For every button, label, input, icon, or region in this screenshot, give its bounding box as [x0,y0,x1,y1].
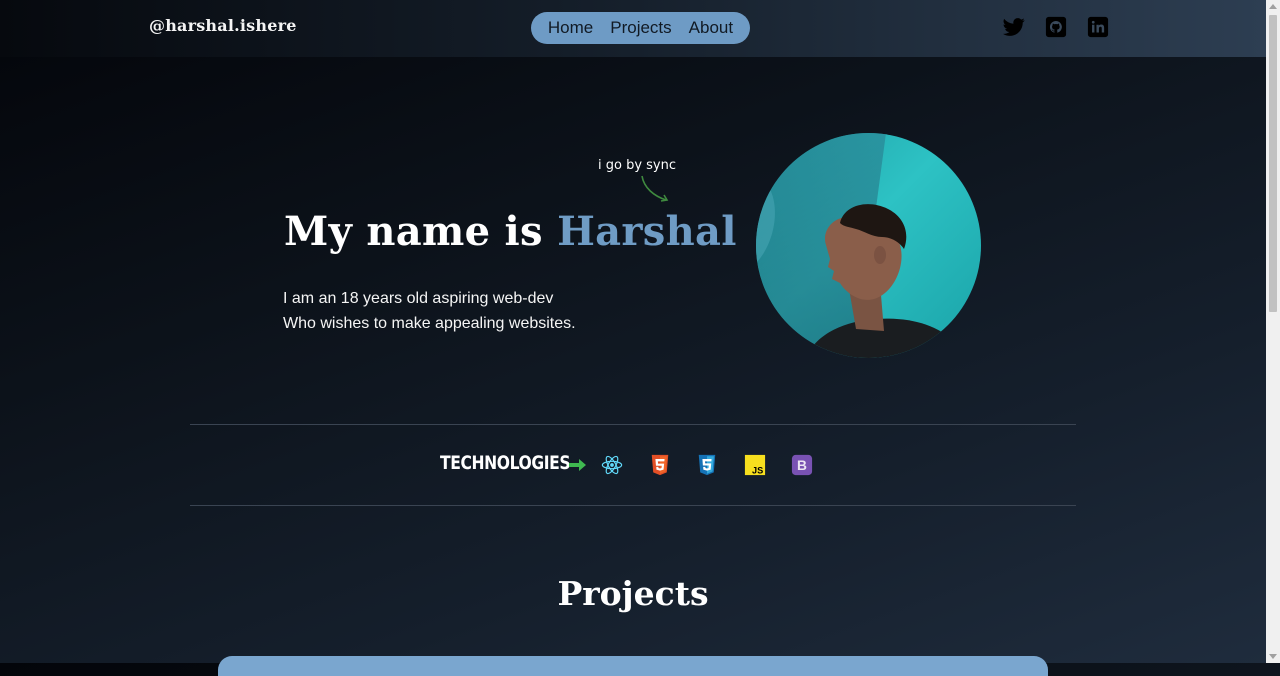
scrollbar-thumb[interactable] [1269,15,1277,312]
nav-about-link[interactable]: About [689,18,733,38]
hero-title-prefix: My name is [284,208,558,255]
project-card[interactable] [218,656,1048,676]
javascript-icon: JS [744,454,766,476]
hero-title-name: Harshal [557,208,737,255]
html5-icon [649,454,671,476]
scroll-down-arrow-icon[interactable] [1269,654,1277,659]
curved-arrow-icon [641,175,669,202]
section-divider-top [190,424,1076,425]
brand-handle[interactable]: @harshal.ishere [149,16,297,35]
twitter-icon[interactable] [1003,16,1025,38]
linkedin-icon[interactable] [1087,16,1109,38]
css3-icon [696,454,718,476]
nav-home-link[interactable]: Home [548,18,593,38]
bootstrap-badge-text: B [797,458,807,473]
javascript-badge-text: JS [752,465,763,475]
main-nav: Home Projects About [531,12,750,44]
site-header: @harshal.ishere Home Projects About [0,0,1266,57]
hero-subtitle-line-2: Who wishes to make appealing websites. [283,315,576,332]
github-icon[interactable] [1045,16,1067,38]
hero-subtitle: I am an 18 years old aspiring web-dev Wh… [283,286,576,336]
page-scrollbar[interactable] [1266,0,1280,663]
nickname-note: i go by sync [598,158,677,173]
section-divider-bottom [190,505,1076,506]
react-icon [601,454,623,476]
scroll-up-arrow-icon[interactable] [1269,4,1277,9]
hero-subtitle-line-1: I am an 18 years old aspiring web-dev [283,290,554,307]
projects-heading: Projects [557,574,709,613]
right-arrow-icon [569,459,586,471]
technologies-label: TECHNOLOGIES [440,452,571,474]
bootstrap-icon: B [791,454,813,476]
hero-title: My name is Harshal [284,208,737,255]
nav-projects-link[interactable]: Projects [610,18,671,38]
profile-avatar [756,133,981,358]
